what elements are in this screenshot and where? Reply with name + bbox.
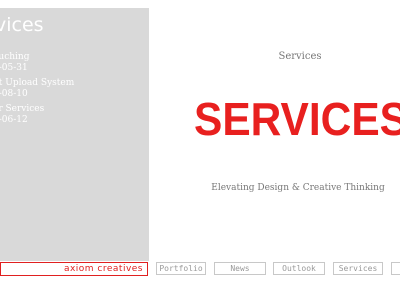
sidebar-title: vices xyxy=(0,14,44,36)
page-title: Services xyxy=(278,51,322,62)
news-item[interactable]: ouching 5-05-31 xyxy=(0,52,30,74)
news-item-date: 5-06-12 xyxy=(0,115,28,125)
news-item-title[interactable]: nt Upload System xyxy=(0,78,74,88)
nav-portfolio[interactable]: Portfolio xyxy=(156,262,206,275)
hero-text: SERVICES xyxy=(194,93,400,142)
nav-more[interactable] xyxy=(391,262,400,275)
news-item-date: 5-05-31 xyxy=(0,63,28,73)
news-sidebar: vices ouching 5-05-31 nt Upload System 5… xyxy=(0,8,149,261)
nav-news[interactable]: News xyxy=(214,262,266,275)
brand-logo[interactable]: axiom creatives xyxy=(0,262,148,276)
news-item-title[interactable]: ouching xyxy=(0,52,30,62)
nav-services[interactable]: Services xyxy=(333,262,383,275)
hero-graphic: SERVICES xyxy=(192,92,400,142)
tagline: Elevating Design & Creative Thinking xyxy=(211,183,385,193)
news-item[interactable]: nt Upload System 5-08-10 xyxy=(0,78,74,100)
nav-outlook[interactable]: Outlook xyxy=(273,262,325,275)
news-item-date: 5-08-10 xyxy=(0,89,28,99)
news-item[interactable]: er Services 5-06-12 xyxy=(0,104,44,126)
news-item-title[interactable]: er Services xyxy=(0,104,44,114)
